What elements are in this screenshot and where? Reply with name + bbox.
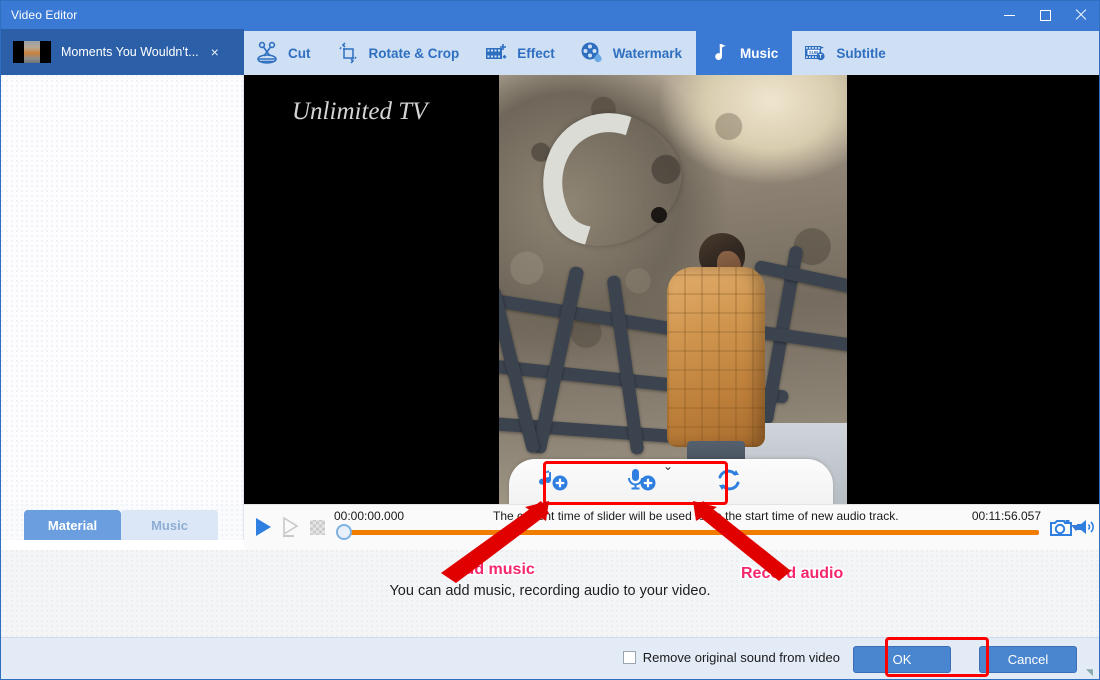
- total-time-label: 00:11:56.057: [971, 509, 1041, 523]
- close-button[interactable]: [1063, 1, 1099, 29]
- svg-text:T: T: [819, 54, 823, 60]
- tool-music[interactable]: Music: [696, 30, 793, 76]
- sidebar-tab-material-label: Material: [47, 517, 98, 533]
- tool-effect-label: Effect: [517, 45, 555, 61]
- annotation-record-audio: Record audio: [741, 565, 844, 582]
- tool-cut-label: Cut: [288, 45, 311, 61]
- sidebar-tabs: Material Music: [1, 504, 244, 540]
- sidebar-tab-material[interactable]: Material: [24, 510, 121, 540]
- resize-grip[interactable]: ◥: [1086, 667, 1096, 677]
- film-reel-drop-icon: [579, 40, 605, 66]
- refresh-button[interactable]: [685, 459, 773, 505]
- description-text: You can add music, recording audio to yo…: [389, 583, 711, 599]
- title-bar: Video Editor: [1, 1, 1099, 29]
- timeline-hint: The current time of slider will be used …: [493, 509, 899, 523]
- snapshot-button[interactable]: [1049, 518, 1073, 543]
- project-tab[interactable]: Moments You Wouldn't... ×: [1, 29, 244, 75]
- tool-rotate-crop[interactable]: Rotate & Crop: [325, 30, 474, 76]
- cancel-button[interactable]: Cancel: [979, 646, 1077, 673]
- play-button[interactable]: [252, 516, 274, 543]
- chevron-down-icon[interactable]: ⌄: [663, 460, 673, 472]
- step-forward-button[interactable]: [280, 516, 302, 543]
- current-time-label: 00:00:00.000: [334, 509, 405, 523]
- tab-label: Moments You Wouldn't...: [61, 45, 199, 59]
- remove-original-sound-label: Remove original sound from video: [642, 650, 840, 665]
- checkbox-box[interactable]: [622, 651, 636, 664]
- subtitle-icon: SUB T: [802, 40, 828, 66]
- svg-text:Unlimited TV: Unlimited TV: [292, 98, 430, 125]
- music-note-plus-icon: [536, 467, 570, 498]
- annotation-add-music: Add music: [453, 561, 535, 578]
- cancel-button-label: Cancel: [1007, 652, 1049, 667]
- transport-bar: 00:00:00.000 The current time of slider …: [244, 504, 1099, 550]
- watermark-text: Unlimited TV: [292, 98, 430, 125]
- video-preview[interactable]: Unlimited TV: [244, 75, 1099, 504]
- tool-effect[interactable]: Effect: [473, 30, 569, 76]
- scissors-icon: [254, 40, 280, 66]
- minimize-icon: [1003, 14, 1015, 16]
- maximize-icon: [1039, 9, 1051, 21]
- music-note-icon: [706, 40, 732, 66]
- refresh-loop-icon: [714, 467, 744, 498]
- microphone-plus-icon: [624, 467, 658, 498]
- video-frame: [499, 75, 847, 504]
- footer-bar: Remove original sound from video OK Canc…: [1, 637, 1099, 679]
- ok-button-label: OK: [892, 652, 912, 667]
- tool-watermark[interactable]: Watermark: [569, 30, 696, 76]
- volume-button[interactable]: [1075, 517, 1097, 542]
- ok-button[interactable]: OK: [853, 646, 951, 673]
- window-title: Video Editor: [11, 8, 78, 22]
- timeline-slider-track[interactable]: [339, 530, 1039, 535]
- tab-thumbnail: [13, 41, 51, 63]
- material-panel[interactable]: [1, 75, 244, 504]
- add-music-button[interactable]: [509, 459, 597, 505]
- minimize-button[interactable]: [991, 1, 1027, 29]
- film-sparkle-icon: [483, 40, 509, 66]
- tool-rotate-crop-label: Rotate & Crop: [368, 45, 460, 61]
- remove-original-sound-checkbox[interactable]: Remove original sound from video: [622, 650, 840, 665]
- rotate-crop-icon: [335, 40, 361, 66]
- tool-cut[interactable]: Cut: [244, 30, 325, 76]
- main-toolbar: Cut Rotate & Crop Effect Watermark Music…: [244, 29, 1099, 76]
- window-controls: [991, 1, 1099, 29]
- close-icon: [1075, 9, 1087, 21]
- tool-music-label: Music: [740, 45, 779, 61]
- stop-button[interactable]: [310, 520, 325, 535]
- tool-subtitle-label: Subtitle: [836, 45, 886, 61]
- sidebar-tab-music-label: Music: [151, 517, 188, 533]
- tool-subtitle[interactable]: SUB T Subtitle: [792, 30, 900, 76]
- tool-watermark-label: Watermark: [612, 45, 683, 61]
- timeline-slider-knob[interactable]: [336, 524, 352, 540]
- tab-close-icon[interactable]: ×: [207, 45, 223, 59]
- tab-strip: Moments You Wouldn't... ×: [1, 29, 244, 75]
- maximize-button[interactable]: [1027, 1, 1063, 29]
- video-editor-window: Video Editor Moments You Wouldn't... × C…: [0, 0, 1100, 680]
- sidebar-tab-music[interactable]: Music: [121, 510, 218, 540]
